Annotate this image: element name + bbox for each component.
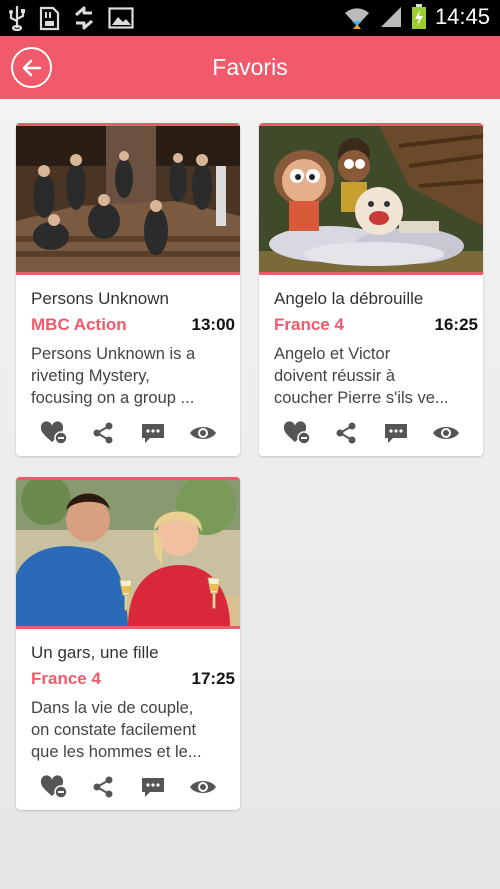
unfavorite-button[interactable] xyxy=(282,419,312,447)
program-thumbnail[interactable] xyxy=(16,123,240,275)
comment-button[interactable] xyxy=(138,419,168,447)
share-icon xyxy=(93,422,113,444)
comment-icon xyxy=(142,778,164,797)
favorites-grid[interactable]: Persons Unknown MBC Action 13:00 Persons… xyxy=(0,99,500,889)
share-icon xyxy=(93,776,113,798)
unfavorite-button[interactable] xyxy=(39,419,69,447)
air-time: 16:25 xyxy=(434,315,478,334)
comment-button[interactable] xyxy=(138,773,168,801)
program-card[interactable]: Un gars, une fille France 4 17:25 Dans l… xyxy=(16,477,240,810)
program-title: Angelo la débrouille xyxy=(274,289,424,308)
share-button[interactable] xyxy=(331,419,361,447)
unfavorite-heart-icon xyxy=(40,421,68,445)
view-button[interactable] xyxy=(188,773,218,801)
channel-name: France 4 xyxy=(274,315,344,334)
view-button[interactable] xyxy=(431,419,461,447)
program-card[interactable]: Persons Unknown MBC Action 13:00 Persons… xyxy=(16,123,240,456)
share-button[interactable] xyxy=(88,773,118,801)
clock: 14:45 xyxy=(434,4,490,29)
sync-icon xyxy=(75,6,93,30)
program-description: Persons Unknown is a riveting Mystery, foc… xyxy=(31,345,196,407)
program-description: Dans la vie de couple, on constate facile… xyxy=(31,699,202,761)
card-actions xyxy=(16,773,240,803)
view-button[interactable] xyxy=(188,419,218,447)
share-button[interactable] xyxy=(88,419,118,447)
comment-button[interactable] xyxy=(381,419,411,447)
comment-icon xyxy=(385,424,407,443)
card-actions xyxy=(16,419,240,449)
usb-icon xyxy=(9,6,25,31)
sd-card-icon xyxy=(39,6,60,31)
unfavorite-heart-icon xyxy=(283,421,311,445)
view-eye-icon xyxy=(190,427,216,439)
program-title: Un gars, une fille xyxy=(31,643,159,662)
page-title: Favoris xyxy=(212,54,288,80)
comment-icon xyxy=(142,424,164,443)
channel-name: France 4 xyxy=(31,669,101,688)
program-thumbnail[interactable] xyxy=(259,123,483,275)
unfavorite-button[interactable] xyxy=(39,773,69,801)
program-thumbnail[interactable] xyxy=(16,477,240,629)
signal-icon xyxy=(380,7,401,27)
app-bar: Favoris xyxy=(0,36,500,99)
image-icon xyxy=(108,7,134,29)
battery-charging-icon xyxy=(411,4,426,29)
channel-name: MBC Action xyxy=(31,315,127,334)
view-eye-icon xyxy=(433,427,459,439)
wifi-icon xyxy=(344,8,369,29)
view-eye-icon xyxy=(190,781,216,793)
card-actions xyxy=(259,419,483,449)
program-description: Angelo et Victor doivent réussir à coucher… xyxy=(274,345,449,407)
air-time: 17:25 xyxy=(191,669,235,688)
program-title: Persons Unknown xyxy=(31,289,169,308)
share-icon xyxy=(336,422,356,444)
air-time: 13:00 xyxy=(191,315,235,334)
status-bar: 14:45 xyxy=(0,0,500,36)
program-card[interactable]: Angelo la débrouille France 4 16:25 Ange… xyxy=(259,123,483,456)
unfavorite-heart-icon xyxy=(40,775,68,799)
